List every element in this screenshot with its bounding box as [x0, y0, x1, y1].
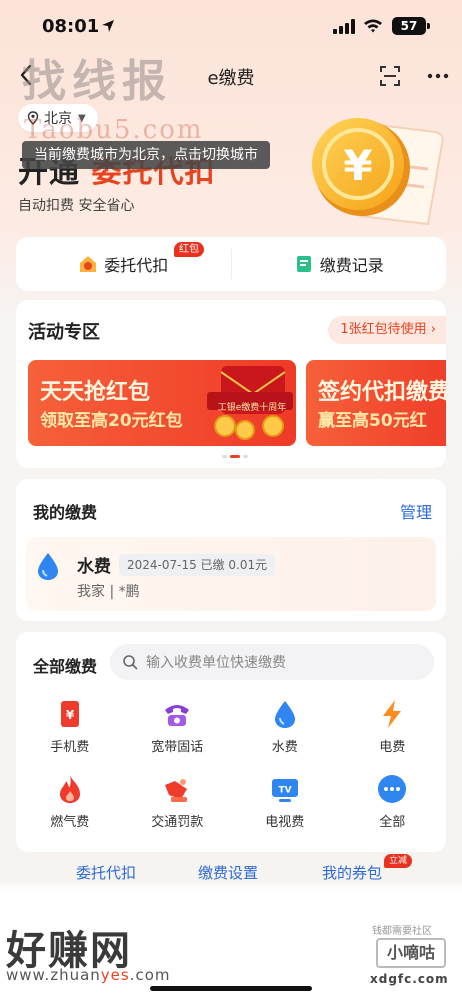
water-drop-icon [38, 553, 58, 580]
house-coin-icon [80, 256, 97, 272]
manage-link[interactable]: 管理 [400, 499, 432, 523]
watermark-bottom-url: www.zhuanyes.com [6, 966, 171, 984]
battery-icon: 57 [392, 17, 430, 35]
quick-item-records-label: 缴费记录 [319, 256, 384, 275]
svg-text:¥: ¥ [66, 708, 75, 722]
flame-icon [59, 775, 80, 803]
hongbao-badge: 红包 [174, 242, 204, 257]
watermark-top: 找线报 [22, 56, 172, 107]
bill-name: 水费 [77, 557, 111, 577]
phone-bill-icon: ¥ [60, 701, 79, 727]
category-label: 电视费 [265, 815, 305, 830]
svg-text:¥: ¥ [343, 141, 372, 190]
category-broadband[interactable]: 宽带固话 [124, 698, 232, 755]
city-tooltip: 当前缴费城市为北京，点击切换城市 [22, 141, 270, 169]
footer-link-settings[interactable]: 缴费设置 [198, 862, 258, 883]
tv-icon: TV [271, 779, 298, 802]
watermark-right-small: 钱都需要社区 [372, 926, 432, 937]
footer-link-coupons[interactable]: 我的券包 [322, 862, 382, 883]
category-water[interactable]: 水费 [231, 698, 339, 755]
banner-sign-entrust[interactable]: 签约代扣缴费 赢至高50元红 [306, 360, 446, 446]
all-payments-card: 全部缴费 输入收费单位快速缴费 ¥ 手机费 宽带固话 水费 电费 燃气费 交通罚… [16, 632, 446, 852]
signal-icon [333, 19, 355, 34]
activity-card: 活动专区 1张红包待使用 › 天天抢红包 领取至高20元红包 工银e缴费十周年 … [16, 300, 446, 468]
category-all[interactable]: 全部 [339, 773, 447, 830]
category-label: 交通罚款 [151, 815, 204, 830]
quick-item-entrust[interactable]: 委托代扣 红包 [16, 237, 231, 291]
my-payments-title: 我的缴费 [33, 503, 98, 522]
bill-row[interactable]: 水费 2024-07-15 已缴 0.01元 我家 | *鹏 [26, 537, 436, 611]
quick-item-records[interactable]: 缴费记录 [232, 237, 447, 291]
coupon-pending-pill[interactable]: 1张红包待使用 › [328, 316, 446, 344]
location-arrow-icon [102, 20, 114, 32]
more-icon[interactable] [426, 64, 450, 88]
banner-1-title: 天天抢红包 [40, 380, 151, 405]
carousel-dot [222, 455, 227, 458]
quick-item-entrust-label: 委托代扣 [104, 256, 169, 275]
payment-category-grid: ¥ 手机费 宽带固话 水费 电费 燃气费 交通罚款 TV 电视费 全部 [16, 698, 446, 830]
bill-account: 我家 | *鹏 [77, 584, 140, 600]
bill-status-tag: 2024-07-15 已缴 0.01元 [119, 554, 276, 576]
banner-1-subtitle: 领取至高20元红包 [40, 411, 183, 431]
svg-text:TV: TV [278, 786, 291, 796]
lightning-icon [383, 700, 402, 728]
banner-red-packet[interactable]: 天天抢红包 领取至高20元红包 工银e缴费十周年 [28, 360, 296, 446]
category-gas[interactable]: 燃气费 [16, 773, 124, 830]
hero-subtitle: 自动扣费 安全省心 [18, 198, 135, 214]
banner-1-art-label: 工银e缴费十周年 [217, 403, 287, 413]
quick-actions-card: 委托代扣 红包 缴费记录 [16, 237, 446, 291]
carousel-dot [243, 455, 248, 458]
all-payments-title: 全部缴费 [33, 657, 98, 676]
watermark-url-part: yes [100, 966, 130, 984]
category-phone-bill[interactable]: ¥ 手机费 [16, 698, 124, 755]
status-time: 08:01 [42, 16, 100, 37]
category-label: 水费 [271, 740, 298, 755]
my-payments-card: 我的缴费 管理 水费 2024-07-15 已缴 0.01元 我家 | *鹏 [16, 479, 446, 621]
status-bar: 08:01 57 [0, 0, 462, 50]
category-electricity[interactable]: 电费 [339, 698, 447, 755]
wifi-icon [364, 19, 382, 33]
traffic-horn-icon [165, 779, 188, 802]
category-label: 手机费 [50, 740, 90, 755]
watermark-url-part: www.zhuan [6, 966, 101, 984]
search-placeholder: 输入收费单位快速缴费 [146, 655, 286, 671]
activity-title: 活动专区 [28, 322, 100, 343]
banner-2-subtitle: 赢至高50元红 [318, 411, 427, 431]
category-label: 燃气费 [50, 815, 90, 830]
search-icon [123, 655, 138, 670]
category-tv[interactable]: TV 电视费 [231, 773, 339, 830]
telephone-icon [165, 705, 190, 726]
watermark-right-box: 小嘀咕 [376, 938, 446, 968]
search-input[interactable]: 输入收费单位快速缴费 [110, 644, 434, 680]
record-icon [296, 256, 311, 272]
more-dots-icon [378, 775, 407, 803]
watermark-right-url: xdgfc.com [370, 972, 449, 986]
coin-receipt-icon: ¥ [312, 118, 444, 226]
category-label: 电费 [379, 740, 406, 755]
carousel-dot-active [230, 455, 240, 458]
scan-icon[interactable] [378, 64, 402, 88]
footer-link-entrust[interactable]: 委托代扣 [76, 862, 136, 883]
footer-discount-badge: 立减 [384, 854, 413, 868]
category-label: 宽带固话 [151, 740, 204, 755]
water-drop-icon [274, 701, 295, 728]
watermark-url-part: .com [129, 966, 171, 984]
category-label: 全部 [379, 815, 406, 830]
home-indicator[interactable] [150, 986, 312, 991]
banner-2-title: 签约代扣缴费 [318, 380, 446, 405]
carousel-dots [222, 455, 248, 458]
footer-links: 委托代扣 缴费设置 我的券包 立减 [0, 854, 462, 884]
category-traffic-fine[interactable]: 交通罚款 [124, 773, 232, 830]
